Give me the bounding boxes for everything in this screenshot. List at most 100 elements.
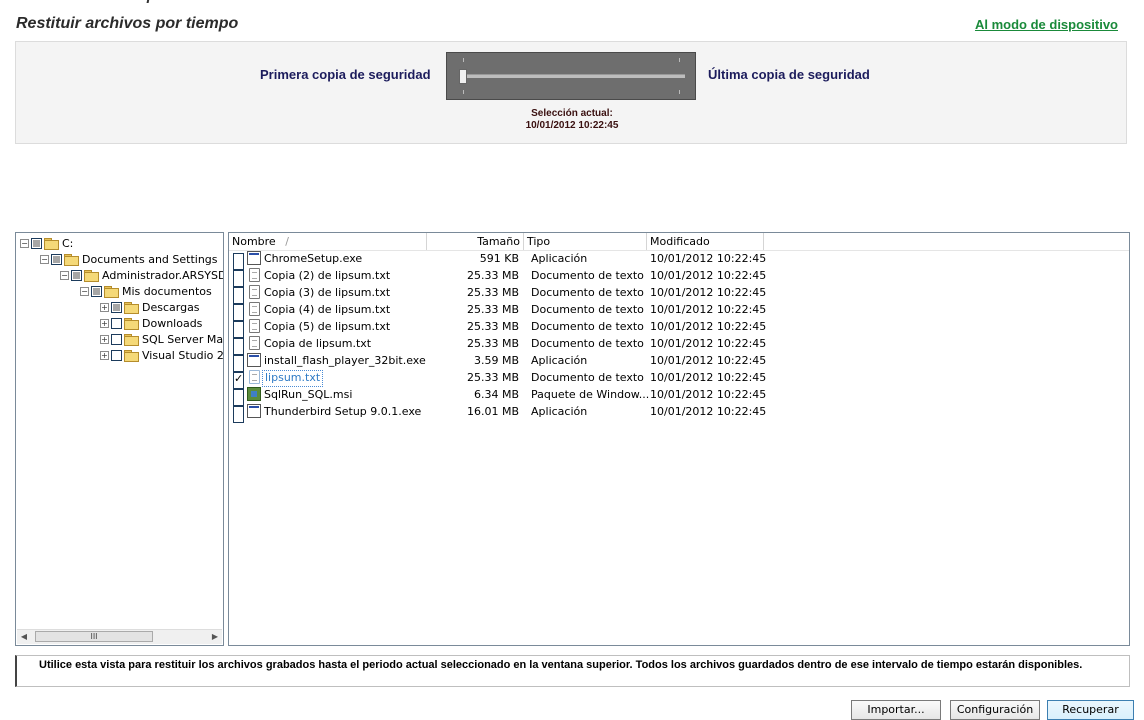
file-checkbox[interactable] [233, 406, 244, 423]
slider-thumb[interactable] [459, 69, 467, 84]
file-modified: 10/01/2012 10:22:45 [650, 388, 767, 401]
text-file-icon [249, 268, 260, 282]
slider-tick [463, 58, 464, 62]
folder-icon [104, 285, 119, 298]
scroll-left-icon[interactable]: ◀ [17, 631, 31, 643]
msi-icon [247, 387, 261, 401]
file-name: Copia (4) de lipsum.txt [264, 303, 391, 316]
configuration-button[interactable]: Configuración [950, 700, 1040, 720]
tree-node-downloads[interactable]: + Downloads [100, 315, 202, 331]
import-button[interactable]: Importar... [851, 700, 941, 720]
folder-icon [44, 237, 59, 250]
file-type: Documento de texto [531, 371, 644, 384]
expand-icon[interactable]: + [100, 350, 109, 360]
file-row[interactable]: Copia (4) de lipsum.txt 25.33 MB Documen… [229, 301, 1129, 321]
expand-icon[interactable]: + [100, 334, 109, 344]
file-name: lipsum.txt [262, 370, 324, 387]
column-header-type[interactable]: Tipo [524, 233, 647, 250]
last-backup-label: Última copia de seguridad [708, 67, 870, 82]
folder-icon [64, 253, 79, 266]
file-modified: 10/01/2012 10:22:45 [650, 286, 767, 299]
file-row[interactable]: Copia (2) de lipsum.txt 25.33 MB Documen… [229, 267, 1129, 287]
column-header-name[interactable]: Nombre / [229, 233, 427, 250]
slider-tick [463, 90, 464, 94]
tree-checkbox[interactable] [111, 301, 122, 313]
clipped-previous-title: Restituir archivos por tiempo [16, 0, 216, 4]
current-selection-label: Selección actual: [531, 108, 613, 119]
file-row[interactable]: ChromeSetup.exe 591 KB Aplicación 10/01/… [229, 250, 1129, 270]
file-name: Copia (5) de lipsum.txt [264, 320, 391, 333]
slider-track[interactable] [461, 74, 685, 78]
file-type: Paquete de Window... [531, 388, 650, 401]
recover-button[interactable]: Recuperar [1047, 700, 1134, 720]
tree-node-documents-and-settings[interactable]: − Documents and Settings [40, 251, 218, 267]
collapse-icon[interactable]: − [40, 254, 49, 264]
info-text: Utilice esta vista para restituir los ar… [39, 659, 1083, 671]
folder-icon [124, 333, 139, 346]
file-name: Copia (3) de lipsum.txt [264, 286, 391, 299]
file-size: 25.33 MB [466, 303, 519, 316]
current-selection: Selección actual: 10/01/2012 10:22:45 [16, 108, 1128, 132]
tree-checkbox[interactable] [71, 269, 82, 281]
file-row[interactable]: Copia (5) de lipsum.txt 25.33 MB Documen… [229, 318, 1129, 338]
file-name: install_flash_player_32bit.exe [264, 354, 426, 367]
backup-time-slider[interactable] [446, 52, 696, 100]
tree-checkbox[interactable] [91, 285, 102, 297]
tree-node-administrador[interactable]: − Administrador.ARSYSD [60, 267, 224, 283]
folder-icon [124, 301, 139, 314]
scroll-right-icon[interactable]: ▶ [208, 631, 222, 643]
file-name: Copia (2) de lipsum.txt [264, 269, 391, 282]
collapse-icon[interactable]: − [20, 238, 29, 248]
tree-checkbox[interactable] [31, 237, 42, 249]
file-modified: 10/01/2012 10:22:45 [650, 320, 767, 333]
file-type: Aplicación [531, 252, 588, 265]
file-type: Aplicación [531, 354, 588, 367]
tree-node-mis-documentos[interactable]: − Mis documentos [80, 283, 212, 299]
tree-checkbox[interactable] [51, 253, 62, 265]
file-list[interactable]: Nombre / Tamaño Tipo Modificado ChromeSe… [228, 232, 1130, 646]
tree-checkbox[interactable] [111, 333, 122, 345]
expand-icon[interactable]: + [100, 318, 109, 328]
file-modified: 10/01/2012 10:22:45 [650, 303, 767, 316]
file-row[interactable]: Copia (3) de lipsum.txt 25.33 MB Documen… [229, 284, 1129, 304]
tree-node-label: C: [62, 236, 74, 250]
tree-node-c-drive[interactable]: − C: [20, 235, 73, 251]
folder-tree[interactable]: − C: − Documents and Settings − Administ… [15, 232, 224, 646]
device-mode-link[interactable]: Al modo de dispositivo [975, 17, 1118, 32]
folder-icon [124, 317, 139, 330]
tree-horizontal-scrollbar[interactable]: ◀ III ▶ [17, 629, 222, 644]
tree-checkbox[interactable] [111, 349, 122, 361]
collapse-icon[interactable]: − [60, 270, 69, 280]
file-row-selected[interactable]: lipsum.txt 25.33 MB Documento de texto 1… [229, 369, 1129, 389]
file-row[interactable]: Copia de lipsum.txt 25.33 MB Documento d… [229, 335, 1129, 355]
file-row[interactable]: SqlRun_SQL.msi 6.34 MB Paquete de Window… [229, 386, 1129, 406]
collapse-icon[interactable]: − [80, 286, 89, 296]
expand-icon[interactable]: + [100, 302, 109, 312]
scrollbar-thumb[interactable]: III [35, 631, 153, 642]
file-modified: 10/01/2012 10:22:45 [650, 337, 767, 350]
tree-node-label: Visual Studio 20 [142, 348, 224, 362]
file-name: ChromeSetup.exe [264, 252, 363, 265]
file-size: 25.33 MB [466, 269, 519, 282]
tree-checkbox[interactable] [111, 317, 122, 329]
file-row[interactable]: install_flash_player_32bit.exe 3.59 MB A… [229, 352, 1129, 372]
tree-node-visual-studio[interactable]: + Visual Studio 20 [100, 347, 224, 363]
file-name: Copia de lipsum.txt [264, 337, 372, 350]
page-title: Restituir archivos por tiempo [16, 15, 239, 32]
current-selection-value: 10/01/2012 10:22:45 [525, 120, 619, 131]
tree-node-label: Administrador.ARSYSD [102, 268, 224, 282]
file-name: SqlRun_SQL.msi [264, 388, 353, 401]
tree-node-label: Descargas [142, 300, 200, 314]
slider-tick [679, 58, 680, 62]
column-header-modified[interactable]: Modificado [647, 233, 764, 250]
text-file-icon [249, 370, 260, 384]
tree-node-descargas[interactable]: + Descargas [100, 299, 200, 315]
file-type: Documento de texto [531, 269, 644, 282]
tree-node-sql-server[interactable]: + SQL Server Ma [100, 331, 223, 347]
file-row[interactable]: Thunderbird Setup 9.0.1.exe 16.01 MB Apl… [229, 403, 1129, 423]
tree-node-label: Mis documentos [122, 284, 212, 298]
file-type: Documento de texto [531, 320, 644, 333]
exe-icon [247, 404, 261, 418]
file-modified: 10/01/2012 10:22:45 [650, 269, 767, 282]
column-header-size[interactable]: Tamaño [427, 233, 524, 250]
